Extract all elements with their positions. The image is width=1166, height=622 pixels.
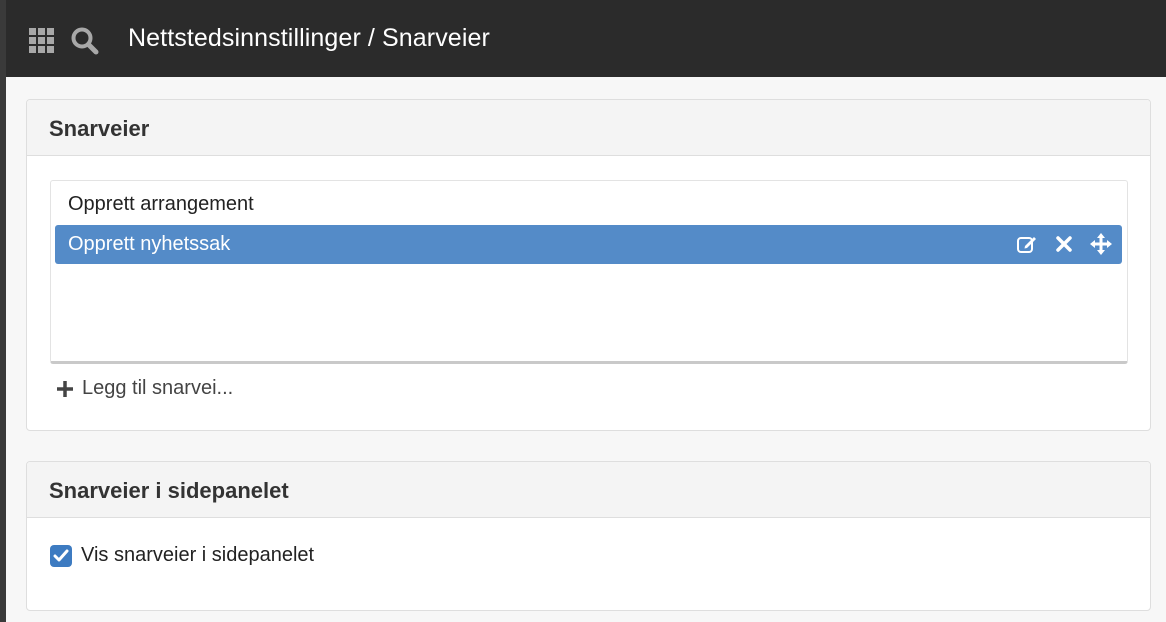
- search-icon[interactable]: [70, 26, 100, 56]
- plus-icon: [57, 380, 73, 397]
- show-in-sidebar-checkbox-row[interactable]: Vis snarveier i sidepanelet: [50, 544, 314, 567]
- edit-icon[interactable]: [1016, 233, 1038, 255]
- close-icon[interactable]: [1054, 233, 1074, 255]
- row-actions: [1016, 233, 1112, 255]
- check-icon: [53, 549, 69, 561]
- list-item[interactable]: Opprett arrangement: [55, 185, 1122, 224]
- add-shortcut-label: Legg til snarvei...: [82, 377, 234, 399]
- move-icon[interactable]: [1090, 233, 1112, 255]
- panel-heading: Snarveier i sidepanelet: [27, 462, 1150, 518]
- top-bar: Nettstedsinnstillinger / Snarveier: [6, 0, 1166, 77]
- sidebar-shortcuts-panel: Snarveier i sidepanelet Vis snarveier i …: [26, 461, 1151, 611]
- list-item-label: Opprett nyhetssak: [68, 233, 231, 255]
- show-in-sidebar-checkbox[interactable]: [50, 544, 72, 567]
- add-shortcut-link[interactable]: Legg til snarvei...: [56, 377, 233, 400]
- main-content: Snarveier Opprett arrangement Opprett ny…: [6, 77, 1166, 622]
- page-title: Nettstedsinnstillinger / Snarveier: [128, 24, 490, 52]
- checkbox-label: Vis snarveier i sidepanelet: [81, 544, 315, 566]
- shortcuts-panel: Snarveier Opprett arrangement Opprett ny…: [26, 99, 1151, 431]
- apps-grid-icon[interactable]: [29, 28, 54, 53]
- list-item-selected[interactable]: Opprett nyhetssak: [55, 225, 1122, 264]
- list-item-label: Opprett arrangement: [68, 193, 254, 215]
- panel-heading: Snarveier: [27, 100, 1150, 156]
- shortcuts-list: Opprett arrangement Opprett nyhetssak: [50, 180, 1128, 364]
